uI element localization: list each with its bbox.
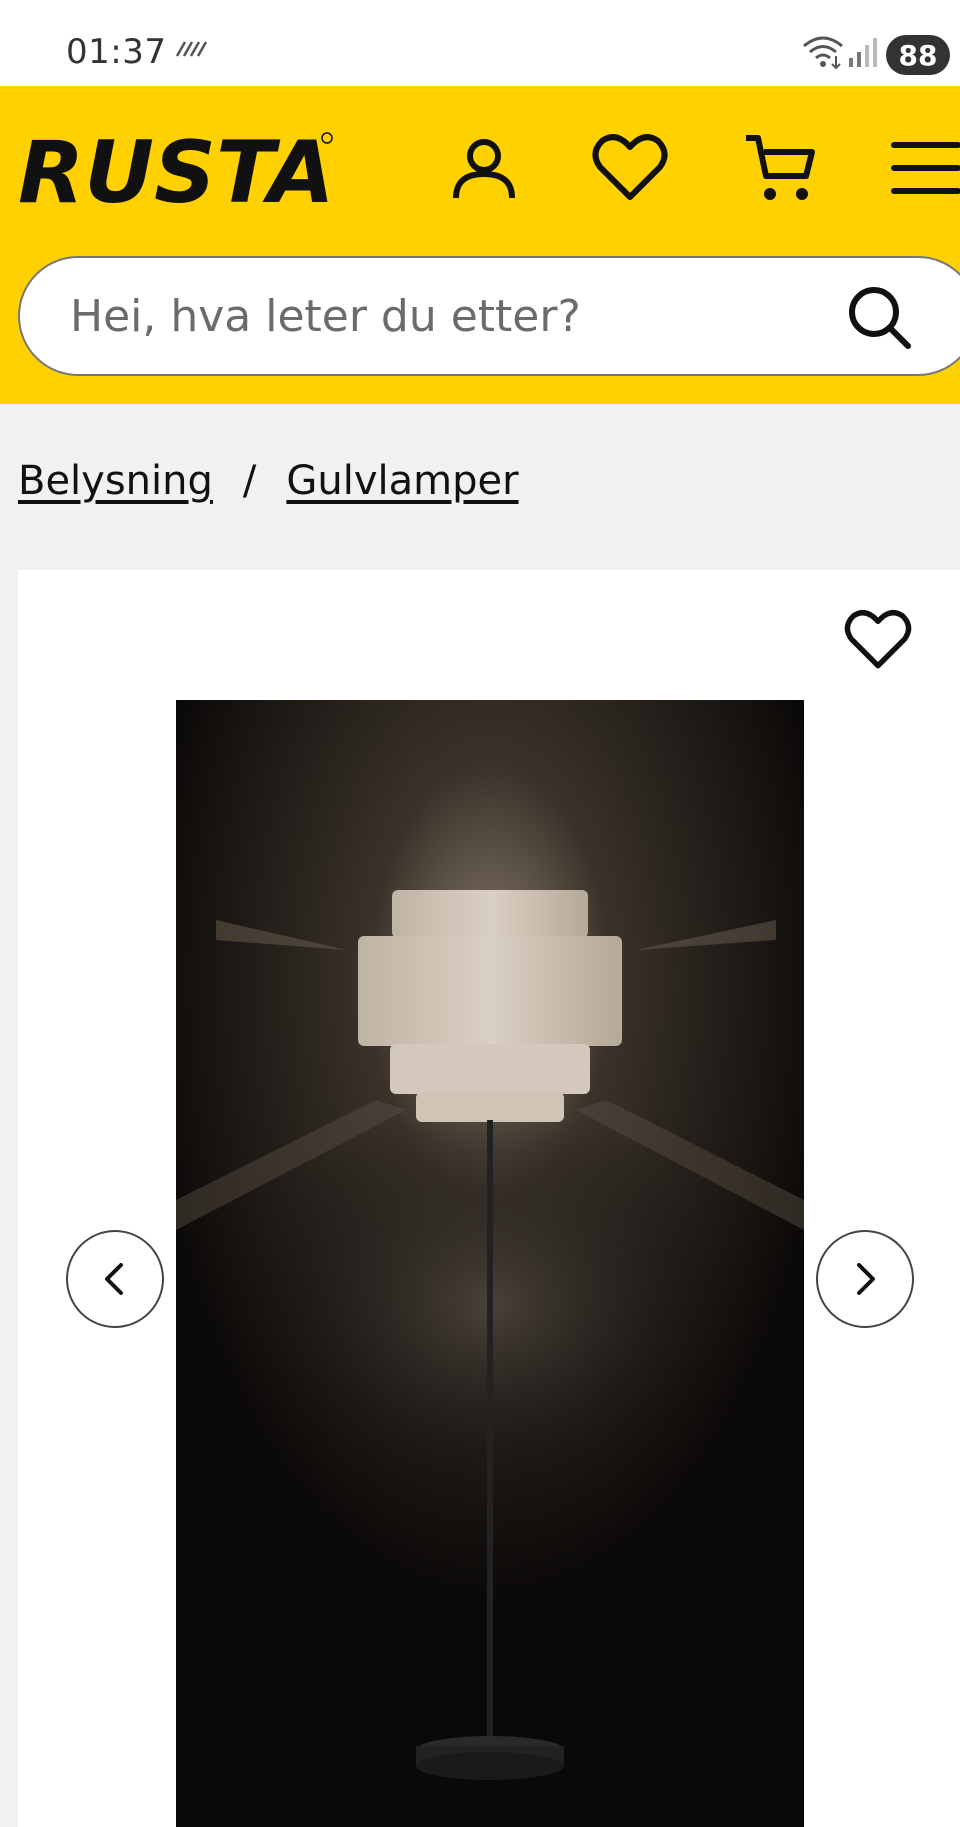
breadcrumb-link-gulvlamper[interactable]: Gulvlamper xyxy=(286,458,518,504)
wishlist-button[interactable] xyxy=(590,128,670,208)
status-time: 01:37 xyxy=(66,32,167,72)
logo-text: RUSTA xyxy=(18,126,335,216)
heart-outline-icon xyxy=(844,610,912,669)
menu-icon xyxy=(891,142,960,194)
chevron-left-icon xyxy=(105,1263,123,1295)
next-image-button[interactable] xyxy=(816,1230,914,1328)
cart-icon xyxy=(746,135,815,200)
search-bar xyxy=(18,256,960,376)
product-gallery-card xyxy=(18,570,960,1827)
rusta-logo[interactable]: RUSTA xyxy=(16,123,336,223)
chevron-right-icon xyxy=(857,1263,875,1295)
search-input[interactable] xyxy=(70,284,770,348)
menu-button[interactable] xyxy=(886,128,960,208)
breadcrumb-link-belysning[interactable]: Belysning xyxy=(18,458,213,504)
previous-image-button[interactable] xyxy=(66,1230,164,1328)
data-saver-icon xyxy=(175,38,208,62)
user-icon xyxy=(453,139,515,199)
search-button[interactable] xyxy=(842,280,916,354)
product-image[interactable] xyxy=(176,700,804,1827)
floor-lamp-photo xyxy=(176,700,804,1827)
heart-icon xyxy=(592,134,668,200)
site-header: RUSTA xyxy=(0,86,960,404)
signal-icon xyxy=(848,36,878,72)
add-to-favorites-button[interactable] xyxy=(838,600,918,680)
account-button[interactable] xyxy=(444,128,524,208)
breadcrumb-separator: / xyxy=(242,458,257,504)
battery-indicator: 88 xyxy=(886,35,950,75)
search-icon xyxy=(849,287,911,349)
wifi-icon xyxy=(802,34,844,74)
cart-button[interactable] xyxy=(740,128,820,208)
status-bar: 01:37 88 xyxy=(0,0,960,86)
breadcrumb: Belysning / Gulvlamper xyxy=(18,458,519,504)
